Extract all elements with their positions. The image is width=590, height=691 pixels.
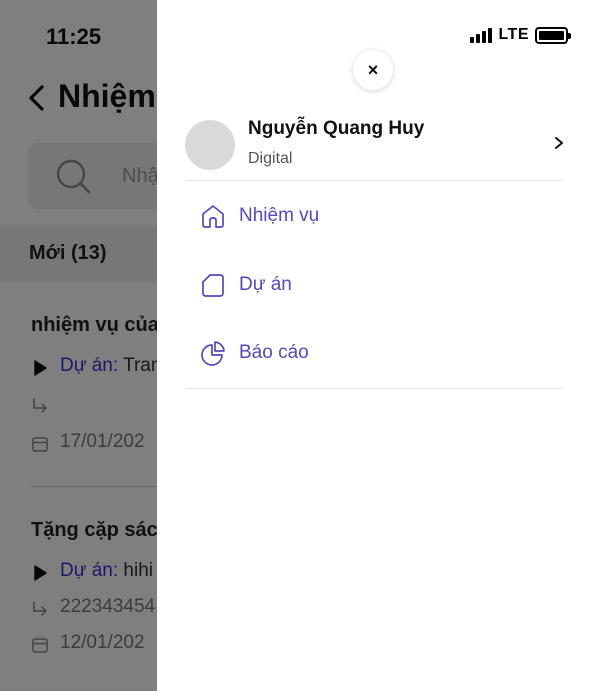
close-button[interactable]: × [353, 50, 393, 90]
status-indicators: LTE [470, 24, 571, 46]
home-icon [202, 205, 224, 228]
menu-item-tasks[interactable]: Nhiệm vụ [185, 193, 561, 239]
menu-label-tasks: Nhiệm vụ [239, 205, 320, 226]
pie-chart-icon [201, 341, 225, 366]
user-department: Digital [248, 150, 293, 167]
side-drawer: LTE × Nguyễn Quang Huy Digital Nhiệm vụ … [157, 0, 590, 691]
user-name: Nguyễn Quang Huy [248, 118, 425, 139]
menu-label-projects: Dự án [239, 274, 292, 295]
close-icon: × [367, 59, 379, 80]
menu-item-projects[interactable]: Dự án [185, 262, 561, 308]
menu-label-reports: Báo cáo [239, 342, 309, 363]
battery-icon [535, 26, 571, 44]
signal-icon [470, 27, 493, 43]
menu-divider-bottom [186, 388, 562, 389]
profile-row[interactable]: Nguyễn Quang Huy Digital [185, 116, 565, 180]
chevron-right-icon [555, 137, 563, 149]
network-type: LTE [498, 26, 529, 43]
menu-divider-top [186, 180, 562, 181]
menu-item-reports[interactable]: Báo cáo [185, 330, 561, 376]
avatar [185, 120, 235, 170]
folder-icon [202, 274, 224, 297]
